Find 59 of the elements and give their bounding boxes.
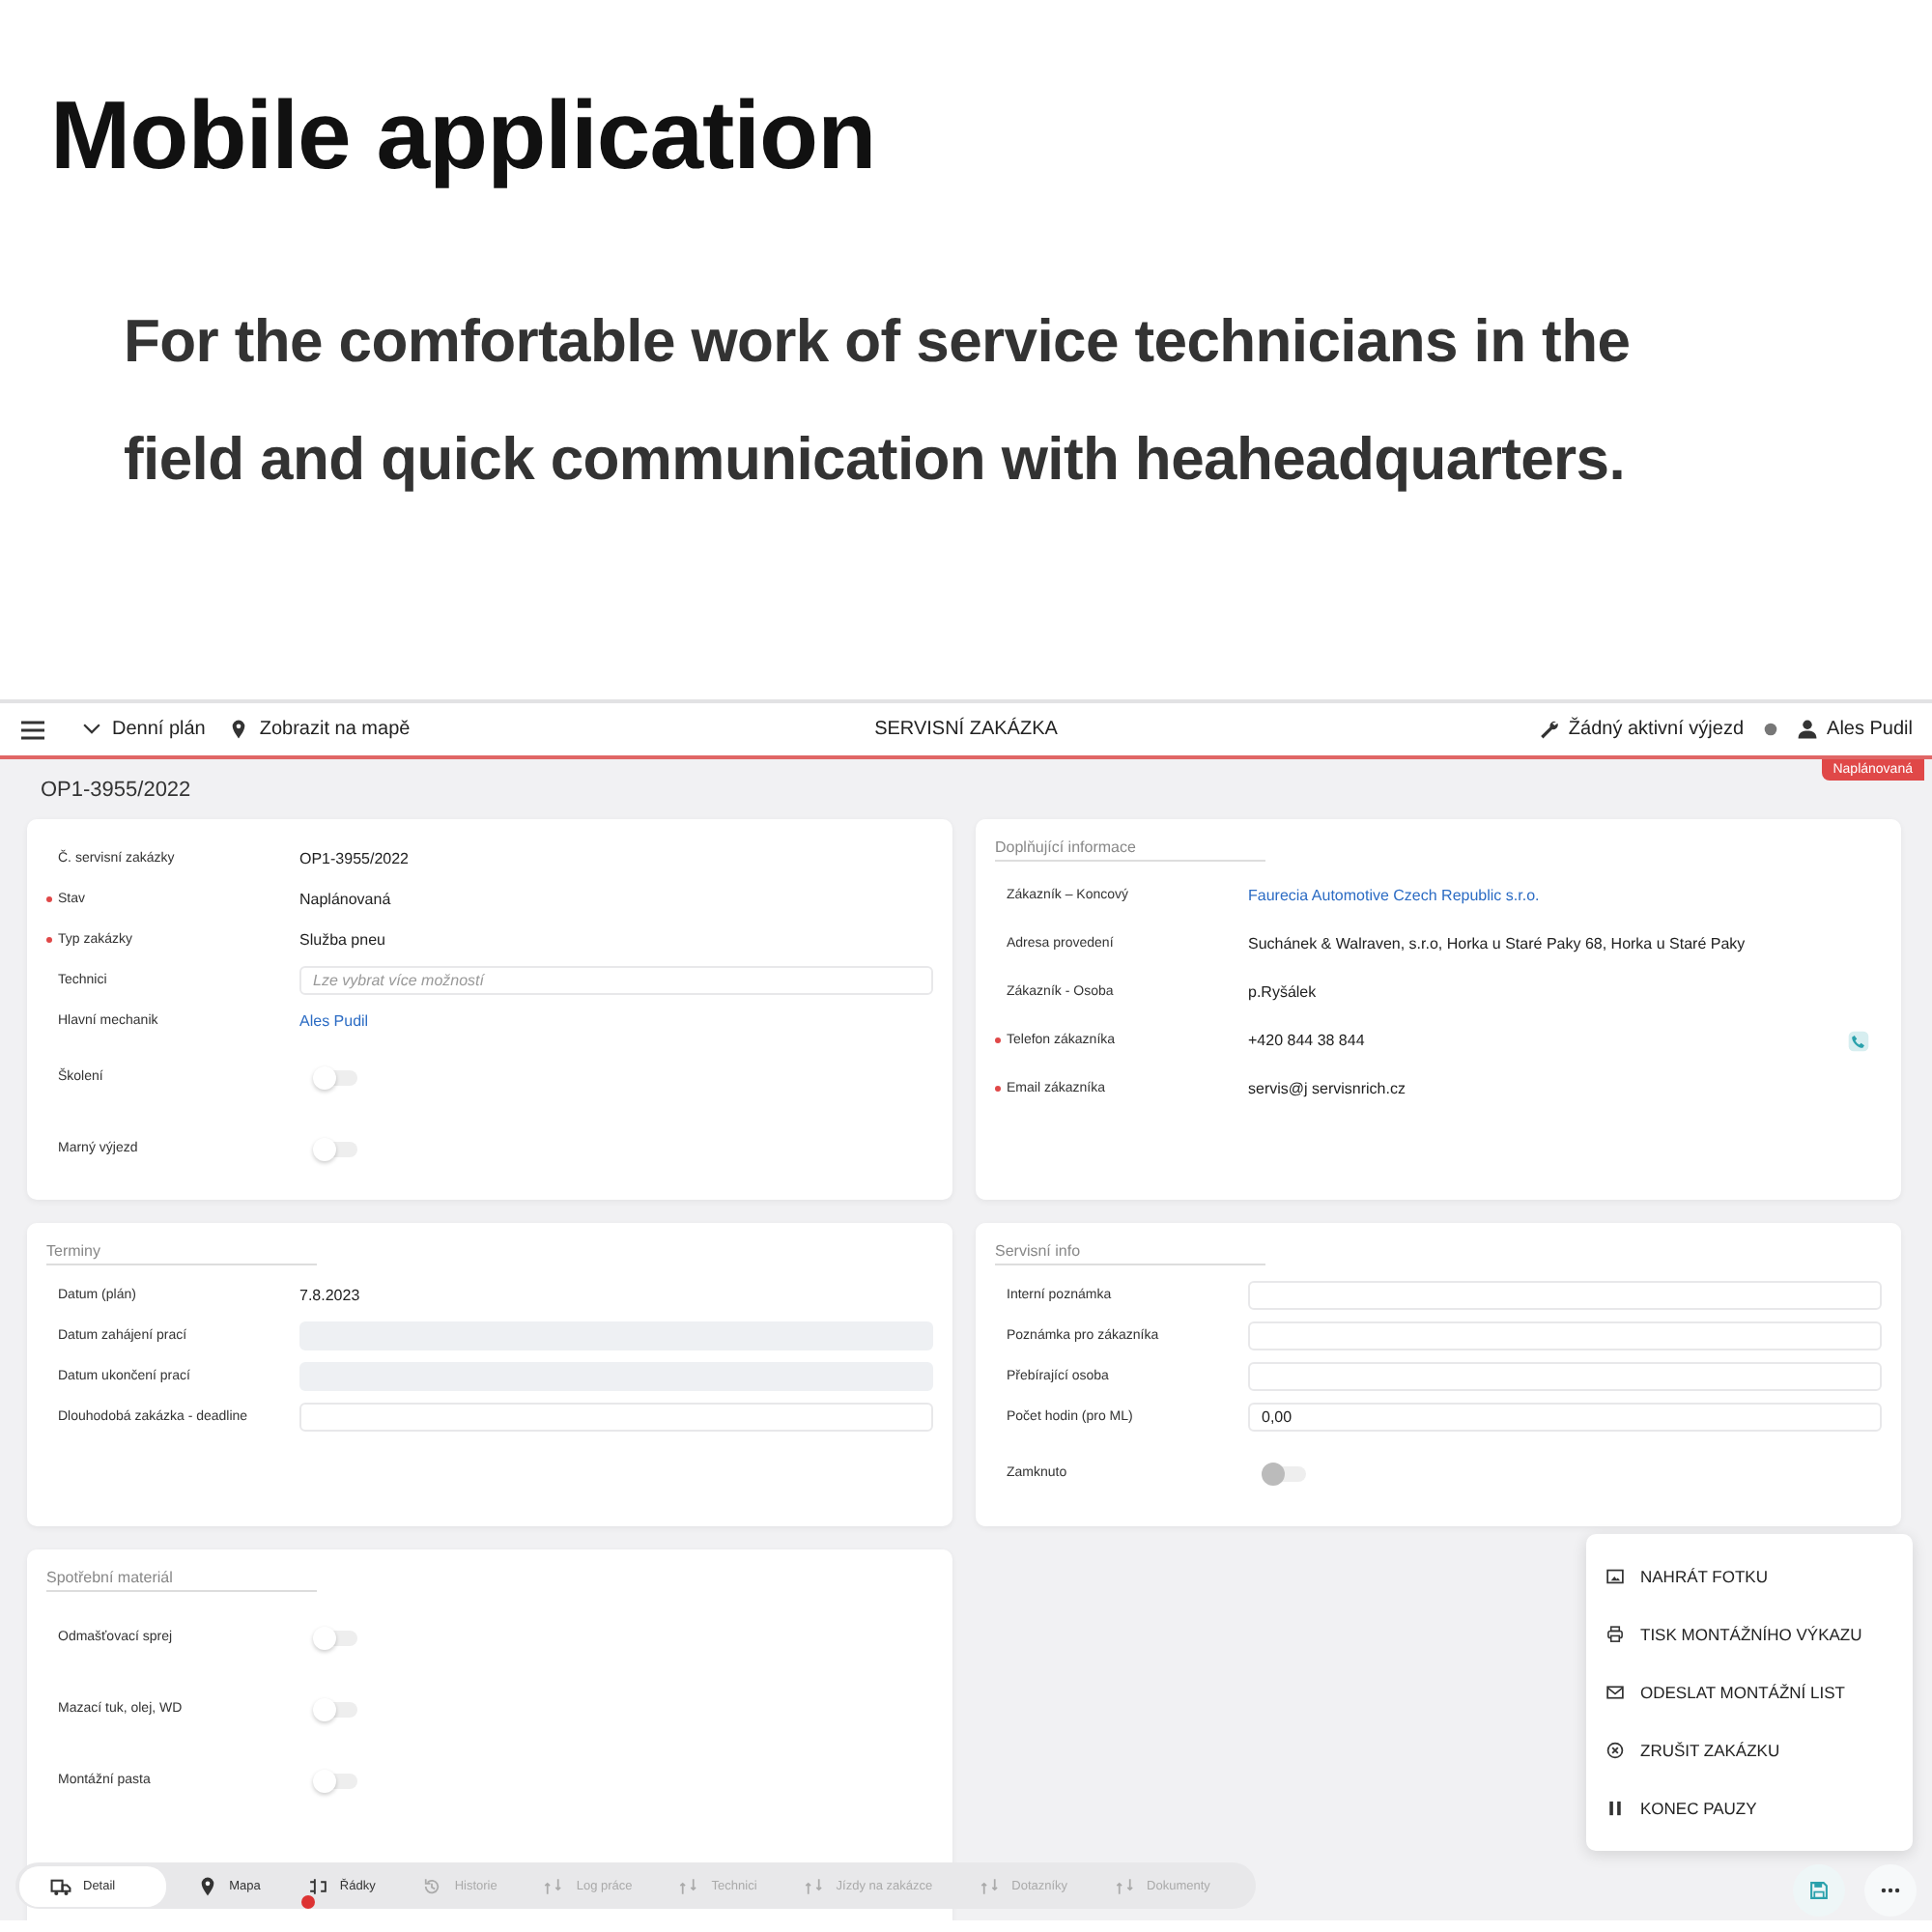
field-value: p.Ryšálek bbox=[1248, 983, 1317, 1001]
toolbar-button[interactable]: Žádný aktivní výjezd bbox=[1537, 719, 1745, 740]
rows-icon bbox=[306, 1875, 328, 1896]
image-icon bbox=[1605, 1567, 1625, 1586]
input-field[interactable]: Lze vybrat více možností bbox=[299, 966, 933, 995]
phone-icon[interactable] bbox=[1847, 1029, 1870, 1052]
field-value: Služba pneu bbox=[299, 931, 385, 949]
swap-icon bbox=[543, 1875, 565, 1896]
cancel-icon bbox=[1605, 1741, 1625, 1760]
menu-item[interactable]: NAHRÁT FOTKU bbox=[1605, 1548, 1913, 1605]
screen-title: SERVISNÍ ZAKÁZKA bbox=[874, 719, 1058, 740]
field-value: OP1-3955/2022 bbox=[299, 850, 409, 867]
status-dot-icon bbox=[1759, 719, 1781, 740]
menu-item[interactable]: ZRUŠIT ZAKÁZKU bbox=[1605, 1721, 1913, 1779]
swap-icon bbox=[979, 1875, 1001, 1896]
link[interactable]: Ales Pudil bbox=[299, 1012, 369, 1030]
notification-dot bbox=[300, 1894, 315, 1908]
toolbar-button[interactable]: Denní plán bbox=[81, 719, 206, 740]
swap-icon bbox=[678, 1875, 700, 1896]
mail-icon bbox=[1605, 1683, 1625, 1702]
toggle-switch[interactable] bbox=[315, 1630, 357, 1645]
save-icon bbox=[1808, 1880, 1830, 1901]
pause-icon bbox=[1605, 1799, 1625, 1818]
toolbar-button[interactable]: Zobrazit na mapě bbox=[228, 719, 411, 740]
user-icon bbox=[1796, 719, 1818, 740]
printer-icon bbox=[1605, 1625, 1625, 1644]
field-value: +420 844 38 844 bbox=[1248, 1032, 1365, 1049]
toggle-switch[interactable] bbox=[315, 1773, 357, 1788]
field-value: 7.8.2023 bbox=[299, 1287, 360, 1304]
wrench-icon bbox=[1537, 719, 1559, 740]
input-field[interactable]: 0,00 bbox=[1248, 1403, 1882, 1432]
toggle-switch[interactable] bbox=[315, 1141, 357, 1156]
pin-icon bbox=[196, 1875, 218, 1896]
save-button[interactable] bbox=[1793, 1864, 1845, 1917]
user-button[interactable]: Ales Pudil bbox=[1796, 719, 1913, 740]
field-value: servis@j servisnrich.cz bbox=[1248, 1080, 1406, 1097]
field-value: Suchánek & Walraven, s.r.o, Horka u Staré Paky 68, Horka u Staré Paky bbox=[1248, 935, 1746, 952]
menu-item[interactable]: TISK MONTÁŽNÍHO VÝKAZU bbox=[1605, 1605, 1913, 1663]
subtitle-line: For the comfortable work of service technicians in the bbox=[124, 305, 1633, 379]
section-title: Servisní info bbox=[995, 1242, 1265, 1265]
menu-item[interactable]: ODESLAT MONTÁŽNÍ LIST bbox=[1605, 1663, 1913, 1721]
headline-title: Mobile application bbox=[50, 79, 878, 193]
link[interactable]: Faurecia Automotive Czech Republic s.r.o. bbox=[1248, 887, 1540, 904]
history-icon bbox=[421, 1875, 443, 1896]
section-title: Spotřební materiál bbox=[46, 1569, 317, 1592]
swap-icon bbox=[1114, 1875, 1136, 1896]
section-title: Doplňující informace bbox=[995, 838, 1265, 862]
more-button[interactable] bbox=[1864, 1864, 1917, 1917]
subtitle-line: field and quick communication with heaheadquarters. bbox=[124, 423, 1628, 497]
field-value: Naplánovaná bbox=[299, 891, 391, 908]
menu-icon[interactable] bbox=[19, 716, 46, 743]
order-number: OP1-3955/2022 bbox=[41, 778, 191, 801]
section-title: Terminy bbox=[46, 1242, 317, 1265]
menu-item[interactable]: KONEC PAUZY bbox=[1605, 1779, 1913, 1837]
toggle-switch[interactable] bbox=[315, 1701, 357, 1717]
toggle-switch[interactable] bbox=[315, 1069, 357, 1085]
pin-icon bbox=[228, 719, 250, 740]
swap-icon bbox=[803, 1875, 825, 1896]
truck-icon bbox=[50, 1875, 71, 1896]
